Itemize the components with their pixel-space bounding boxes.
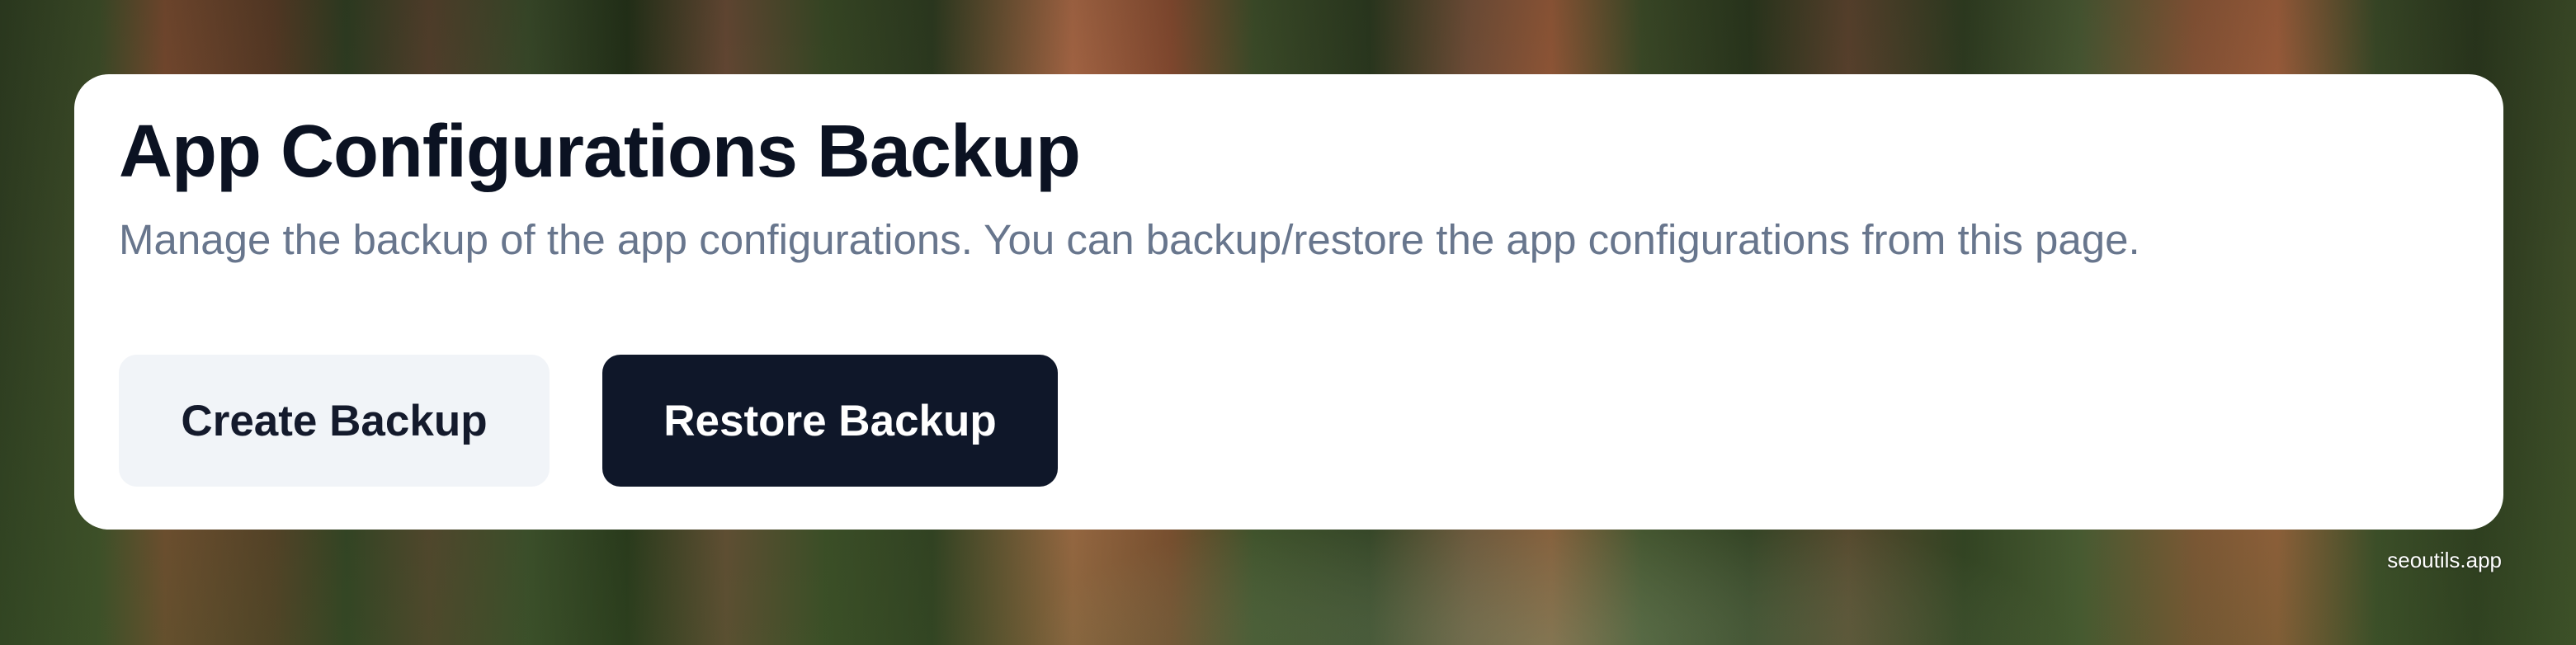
page-title: App Configurations Backup xyxy=(119,111,1081,193)
backup-card: App Configurations Backup Manage the bac… xyxy=(74,74,2503,530)
page-description: Manage the backup of the app configurati… xyxy=(119,216,2140,263)
brand-watermark: seoutils.app xyxy=(2387,548,2502,572)
restore-backup-button[interactable]: Restore Backup xyxy=(602,355,1058,487)
backup-actions: Create Backup Restore Backup xyxy=(119,355,1058,487)
create-backup-button[interactable]: Create Backup xyxy=(119,355,550,487)
